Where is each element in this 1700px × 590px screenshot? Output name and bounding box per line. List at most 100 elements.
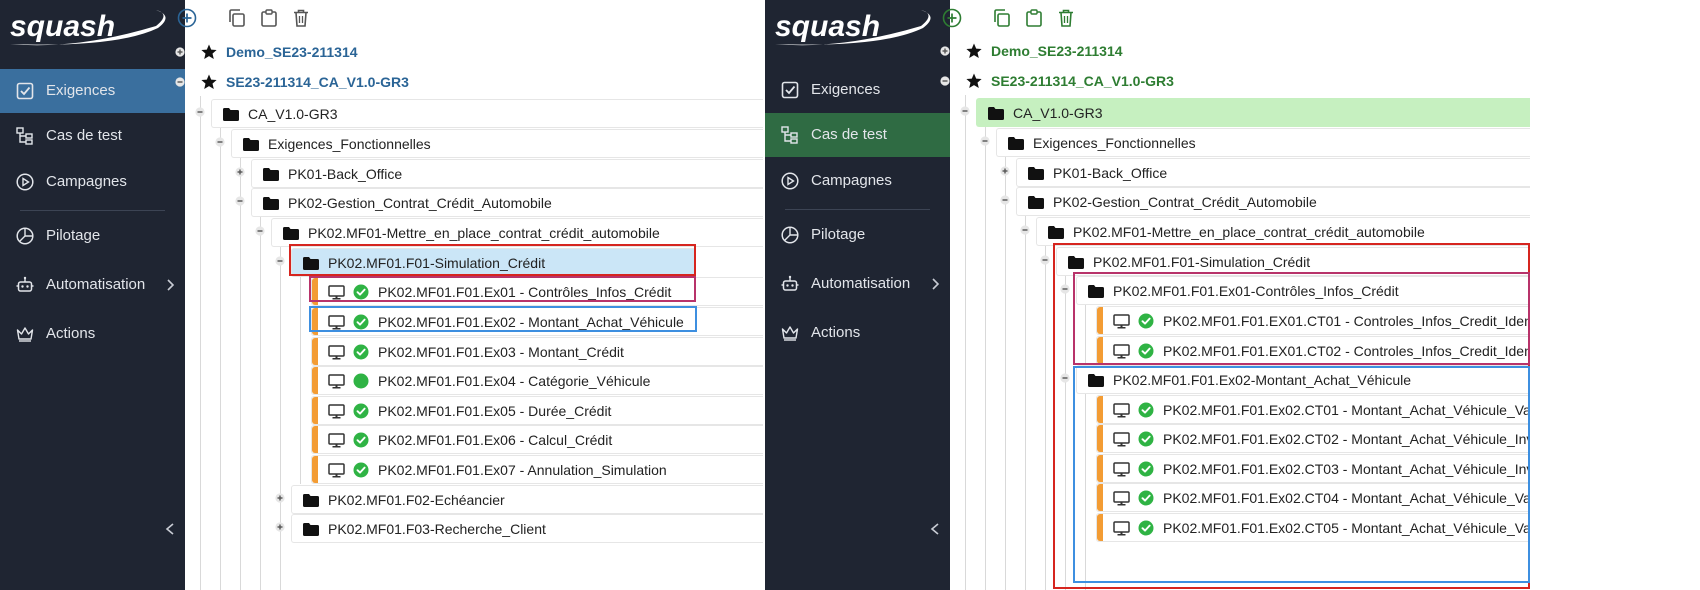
folder-node[interactable]: PK02.MF01.F01.Ex01-Contrôles_Infos_Crédi… <box>1076 276 1530 305</box>
tree-row[interactable]: PK02.MF01.F02-Echéancier <box>185 482 765 514</box>
nav-exigences[interactable]: Exigences <box>765 68 950 112</box>
nav-cas-de-test[interactable]: Cas de test <box>765 113 950 157</box>
expand-icon[interactable] <box>275 493 285 503</box>
expand-icon[interactable] <box>235 167 245 177</box>
delete-icon[interactable] <box>1056 8 1076 28</box>
collapse-icon[interactable] <box>215 137 225 147</box>
tree-row[interactable]: PK02-Gestion_Contrat_Crédit_Automobile <box>950 184 1530 216</box>
requirement-row[interactable]: PK02.MF01.F01.Ex04 - Catégorie_Véhicule <box>185 363 765 395</box>
nav-actions[interactable]: Actions <box>0 312 185 356</box>
requirement-node[interactable]: PK02.MF01.F01.Ex01 - Contrôles_Infos_Cré… <box>311 277 765 306</box>
test-case-row[interactable]: PK02.MF01.F01.Ex02.CT01 - Montant_Achat_… <box>950 392 1530 424</box>
requirement-node[interactable]: PK02.MF01.F01.Ex02 - Montant_Achat_Véhic… <box>311 307 765 336</box>
tree-row[interactable]: PK01-Back_Office <box>950 155 1530 187</box>
copy-icon[interactable] <box>992 8 1012 28</box>
collapse-sidebar-icon[interactable] <box>164 522 176 536</box>
collapse-icon[interactable] <box>980 136 990 146</box>
nav-exigences[interactable]: Exigences <box>0 69 185 113</box>
test-case-node[interactable]: PK02.MF01.F01.Ex02.CT05 - Montant_Achat_… <box>1096 513 1530 542</box>
tree-row[interactable]: PK02.MF01.F03-Recherche_Client <box>185 511 765 543</box>
requirement-node[interactable]: PK02.MF01.F01.Ex07 - Annulation_Simulati… <box>311 455 765 484</box>
test-case-node[interactable]: PK02.MF01.F01.EX01.CT01 - Controles_Info… <box>1096 306 1530 335</box>
tree-row[interactable]: PK02.MF01.F01-Simulation_Crédit <box>185 245 765 277</box>
collapse-icon[interactable] <box>1060 373 1070 383</box>
project-node[interactable]: SE23-211314_CA_V1.0-GR3 <box>950 65 1530 97</box>
collapse-icon[interactable] <box>235 196 245 206</box>
requirement-node[interactable]: PK02.MF01.F01.Ex05 - Durée_Crédit <box>311 396 765 425</box>
folder-node[interactable]: PK02.MF01-Mettre_en_place_contrat_crédit… <box>271 218 765 247</box>
folder-node[interactable]: Exigences_Fonctionnelles <box>231 129 765 158</box>
tree-row[interactable]: PK01-Back_Office <box>185 156 765 188</box>
tree-row[interactable]: CA_V1.0-GR3 <box>185 96 765 128</box>
folder-node[interactable]: PK02.MF01.F01-Simulation_Crédit <box>1056 247 1530 276</box>
test-case-row[interactable]: PK02.MF01.F01.Ex02.CT02 - Montant_Achat_… <box>950 421 1530 453</box>
paste-icon[interactable] <box>259 8 279 28</box>
collapse-icon[interactable] <box>960 106 970 116</box>
test-case-row[interactable]: PK02.MF01.F01.EX01.CT01 - Controles_Info… <box>950 303 1530 335</box>
collapse-icon[interactable] <box>175 77 185 87</box>
tree-row[interactable]: PK02.MF01.F01.Ex02-Montant_Achat_Véhicul… <box>950 362 1530 394</box>
folder-node-selected[interactable]: PK02.MF01.F01-Simulation_Crédit <box>291 248 695 277</box>
nav-automatisation[interactable]: Automatisation <box>765 262 950 306</box>
expand-icon[interactable] <box>1000 166 1010 176</box>
requirement-row[interactable]: PK02.MF01.F01.Ex01 - Contrôles_Infos_Cré… <box>185 274 765 306</box>
nav-automatisation[interactable]: Automatisation <box>0 263 185 307</box>
nav-actions[interactable]: Actions <box>765 311 950 355</box>
tree-row[interactable]: PK02.MF01-Mettre_en_place_contrat_crédit… <box>185 215 765 247</box>
test-case-row[interactable]: PK02.MF01.F01.Ex02.CT03 - Montant_Achat_… <box>950 451 1530 483</box>
collapse-icon[interactable] <box>255 226 265 236</box>
test-case-node[interactable]: PK02.MF01.F01.Ex02.CT03 - Montant_Achat_… <box>1096 454 1530 483</box>
requirement-row[interactable]: PK02.MF01.F01.Ex03 - Montant_Crédit <box>185 334 765 366</box>
folder-node[interactable]: Exigences_Fonctionnelles <box>996 128 1530 157</box>
test-case-node[interactable]: PK02.MF01.F01.Ex02.CT02 - Montant_Achat_… <box>1096 424 1530 453</box>
project-node[interactable]: SE23-211314_CA_V1.0-GR3 <box>185 66 765 98</box>
tree-row[interactable]: PK02-Gestion_Contrat_Crédit_Automobile <box>185 185 765 217</box>
tree-row[interactable]: PK02.MF01.F01-Simulation_Crédit <box>950 244 1530 276</box>
test-case-node[interactable]: PK02.MF01.F01.Ex02.CT04 - Montant_Achat_… <box>1096 483 1530 512</box>
add-circle-icon[interactable] <box>942 8 962 28</box>
expand-icon[interactable] <box>175 47 185 57</box>
folder-node[interactable]: PK02.MF01.F02-Echéancier <box>291 485 765 514</box>
nav-campagnes[interactable]: Campagnes <box>765 159 950 203</box>
nav-cas-de-test[interactable]: Cas de test <box>0 114 185 158</box>
collapse-icon[interactable] <box>1060 284 1070 294</box>
collapse-icon[interactable] <box>1000 195 1010 205</box>
requirement-node[interactable]: PK02.MF01.F01.Ex04 - Catégorie_Véhicule <box>311 366 765 395</box>
paste-icon[interactable] <box>1024 8 1044 28</box>
folder-node[interactable]: PK02.MF01.F03-Recherche_Client <box>291 514 765 543</box>
test-case-row[interactable]: PK02.MF01.F01.Ex02.CT05 - Montant_Achat_… <box>950 510 1530 542</box>
collapse-icon[interactable] <box>1040 255 1050 265</box>
requirement-row[interactable]: PK02.MF01.F01.Ex05 - Durée_Crédit <box>185 393 765 425</box>
folder-node[interactable]: PK02.MF01-Mettre_en_place_contrat_crédit… <box>1036 217 1530 246</box>
delete-icon[interactable] <box>291 8 311 28</box>
tree-row[interactable]: CA_V1.0-GR3 <box>950 95 1530 127</box>
tree-row[interactable]: PK02.MF01.F01.Ex01-Contrôles_Infos_Crédi… <box>950 273 1530 305</box>
requirement-node[interactable]: PK02.MF01.F01.Ex03 - Montant_Crédit <box>311 337 765 366</box>
folder-node[interactable]: PK02.MF01.F01.Ex02-Montant_Achat_Véhicul… <box>1076 365 1530 394</box>
test-case-node[interactable]: PK02.MF01.F01.Ex02.CT01 - Montant_Achat_… <box>1096 395 1530 424</box>
folder-node[interactable]: CA_V1.0-GR3 <box>211 99 765 128</box>
expand-icon[interactable] <box>275 522 285 532</box>
test-case-row[interactable]: PK02.MF01.F01.Ex02.CT04 - Montant_Achat_… <box>950 480 1530 512</box>
collapse-icon[interactable] <box>1020 225 1030 235</box>
collapse-icon[interactable] <box>940 76 950 86</box>
nav-pilotage[interactable]: Pilotage <box>765 213 950 257</box>
collapse-icon[interactable] <box>195 107 205 117</box>
folder-node[interactable]: PK02-Gestion_Contrat_Crédit_Automobile <box>251 188 765 217</box>
requirement-row[interactable]: PK02.MF01.F01.Ex06 - Calcul_Crédit <box>185 422 765 454</box>
folder-node[interactable]: PK02-Gestion_Contrat_Crédit_Automobile <box>1016 187 1530 216</box>
requirement-node[interactable]: PK02.MF01.F01.Ex06 - Calcul_Crédit <box>311 425 765 454</box>
tree-row[interactable]: Exigences_Fonctionnelles <box>950 125 1530 157</box>
test-case-row[interactable]: PK02.MF01.F01.EX01.CT02 - Controles_Info… <box>950 333 1530 365</box>
tree-row[interactable]: Exigences_Fonctionnelles <box>185 126 765 158</box>
folder-node[interactable]: PK01-Back_Office <box>251 159 765 188</box>
expand-icon[interactable] <box>940 46 950 56</box>
tree-row[interactable]: PK02.MF01-Mettre_en_place_contrat_crédit… <box>950 214 1530 246</box>
collapse-icon[interactable] <box>275 256 285 266</box>
copy-icon[interactable] <box>227 8 247 28</box>
project-node[interactable]: Demo_SE23-211314 <box>950 35 1530 67</box>
collapse-sidebar-icon[interactable] <box>929 522 941 536</box>
folder-node-selected[interactable]: CA_V1.0-GR3 <box>976 98 1530 127</box>
requirement-row[interactable]: PK02.MF01.F01.Ex02 - Montant_Achat_Véhic… <box>185 304 765 336</box>
project-node[interactable]: Demo_SE23-211314 <box>185 36 765 68</box>
